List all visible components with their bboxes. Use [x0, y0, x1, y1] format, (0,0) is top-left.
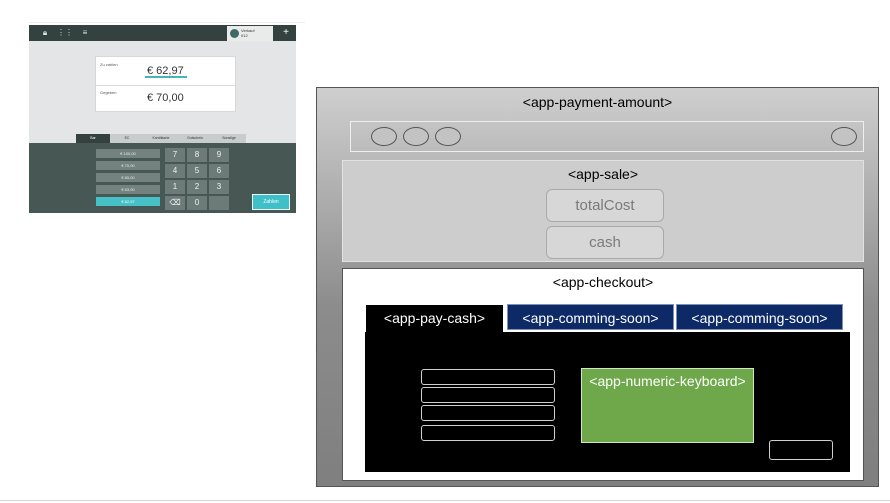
backspace-key[interactable]: ⌫ — [165, 196, 185, 210]
tab-other[interactable]: Sonstige — [212, 134, 246, 143]
quick-amount-button[interactable]: € 70,00 — [96, 161, 160, 170]
list-icon[interactable]: ≡ — [78, 25, 92, 41]
key-6[interactable]: 6 — [209, 164, 229, 178]
tab-app-pay-cash: <app-pay-cash> — [366, 305, 503, 333]
lock-icon[interactable]: 🔒︎ — [38, 25, 52, 41]
circle-icon — [403, 127, 429, 146]
key-5[interactable]: 5 — [187, 164, 207, 178]
app-numeric-keyboard-box: <app-numeric-keyboard> — [581, 368, 754, 443]
user-id: 012 — [241, 33, 248, 38]
key-4[interactable]: 4 — [165, 164, 185, 178]
circle-icon — [371, 127, 397, 146]
pos-screenshot: 🔒︎ ⋮⋮ ≡ Verkauf 012 + Zu zahlen € 62,97 … — [29, 25, 296, 213]
avatar — [230, 29, 239, 38]
key-1[interactable]: 1 — [165, 180, 185, 194]
amount-card: Zu zahlen € 62,97 Gegeben € 70,00 — [95, 56, 236, 112]
key-7[interactable]: 7 — [165, 148, 185, 162]
card-divider — [96, 85, 235, 86]
tab-voucher[interactable]: Gutschein — [178, 134, 212, 143]
key-3[interactable]: 3 — [209, 180, 229, 194]
total-cost-field: totalCost — [546, 189, 664, 222]
circle-icon — [435, 127, 461, 146]
app-checkout-box: <app-checkout> <app-pay-cash> <app-commi… — [342, 268, 864, 481]
tab-ec[interactable]: EC — [110, 134, 144, 143]
circle-icon — [831, 127, 857, 146]
pos-topbar: 🔒︎ ⋮⋮ ≡ Verkauf 012 + — [29, 25, 296, 41]
app-sale-box: <app-sale> totalCost cash — [342, 160, 864, 262]
cash-panel: € 100,00 € 70,00 € 65,00 € 63,00 € 62,97… — [29, 143, 296, 213]
icon-bar — [350, 121, 864, 152]
due-label: Zu zahlen — [100, 62, 118, 67]
quick-amount-button-selected[interactable]: € 62,97 — [96, 197, 160, 206]
key-9[interactable]: 9 — [209, 148, 229, 162]
tab-app-comming-soon: <app-comming-soon> — [676, 304, 843, 330]
tab-cash[interactable]: Bar — [76, 134, 110, 143]
sale-component-label: <app-sale> — [567, 166, 639, 182]
given-amount: € 70,00 — [147, 92, 184, 104]
tab-app-comming-soon: <app-comming-soon> — [507, 304, 674, 330]
key-blank[interactable] — [209, 196, 229, 210]
tab-credit-card[interactable]: Kreditkarte — [144, 134, 178, 143]
app-pay-cash-box: <app-numeric-keyboard> — [365, 332, 850, 472]
user-tab[interactable]: Verkauf 012 — [227, 26, 273, 41]
quick-amount-button[interactable]: € 63,00 — [96, 185, 160, 194]
add-tab-button[interactable]: + — [279, 25, 293, 41]
key-0[interactable]: 0 — [187, 196, 207, 210]
grid-icon[interactable]: ⋮⋮ — [57, 25, 73, 41]
amount-row — [421, 369, 555, 385]
pay-button[interactable]: Zahlen — [252, 194, 290, 210]
cash-field: cash — [546, 226, 664, 259]
root-component-label: <app-payment-amount> — [522, 94, 673, 110]
quick-amount-button[interactable]: € 65,00 — [96, 173, 160, 182]
due-underline — [145, 76, 187, 78]
amount-row — [421, 387, 555, 403]
key-2[interactable]: 2 — [187, 180, 207, 194]
checkout-component-label: <app-checkout> — [552, 274, 654, 290]
bottom-divider — [0, 500, 890, 501]
amount-row — [421, 425, 555, 441]
amount-row — [421, 405, 555, 421]
key-8[interactable]: 8 — [187, 148, 207, 162]
quick-amount-button[interactable]: € 100,00 — [96, 149, 160, 158]
app-payment-amount-box: <app-payment-amount> <app-sale> totalCos… — [316, 87, 879, 487]
given-label: Gegeben — [100, 90, 117, 95]
submit-placeholder — [769, 440, 833, 460]
payment-tabs: Bar EC Kreditkarte Gutschein Sonstige — [76, 134, 246, 143]
top-divider — [29, 22, 305, 23]
